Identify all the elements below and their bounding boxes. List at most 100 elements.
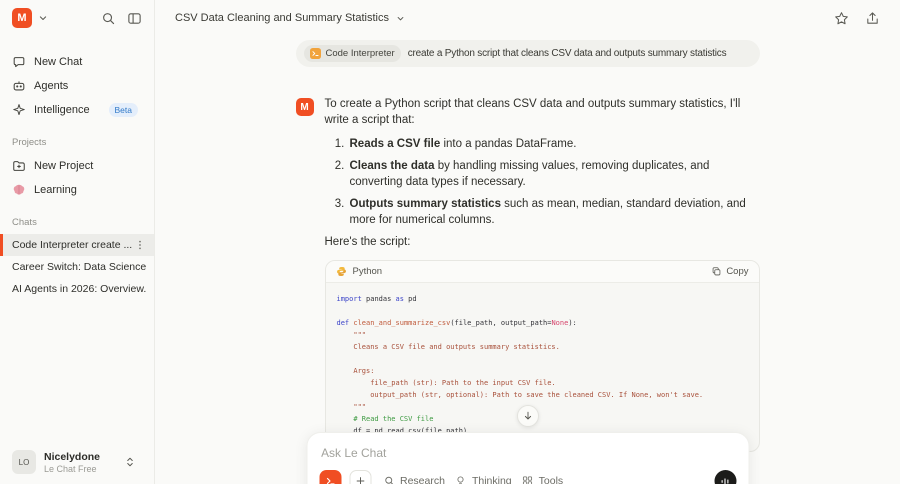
chat-list-item-code-interpreter-create[interactable]: Code Interpreter create ...: [0, 234, 154, 256]
sidebar-item-agents[interactable]: Agents: [0, 74, 154, 98]
main-header: CSV Data Cleaning and Summary Statistics: [155, 0, 900, 36]
bulb-icon: [455, 475, 467, 484]
assistant-list-item-bold: Reads a CSV file: [349, 138, 441, 150]
voice-button[interactable]: [714, 470, 736, 484]
search-icon[interactable]: [101, 11, 116, 26]
agent-button[interactable]: [319, 470, 341, 484]
code-line: # Read the CSV file: [336, 415, 434, 423]
scroll-to-bottom-button[interactable]: [516, 405, 539, 427]
chat-item-menu-icon[interactable]: [134, 239, 146, 251]
code-language: Python: [336, 264, 383, 280]
mistral-logo: M: [12, 8, 32, 28]
chat-input[interactable]: [321, 446, 734, 460]
header-actions: [834, 11, 880, 26]
favorite-star-icon[interactable]: [834, 11, 849, 26]
code-line: file_path (str): Path to the input CSV f…: [336, 379, 556, 387]
code-line: """: [336, 331, 367, 339]
plus-icon: [354, 475, 366, 484]
assistant-outro: Here's the script:: [324, 236, 411, 248]
agent-terminal-icon: [324, 475, 336, 484]
assistant-list-item: Outputs summary statistics such as mean,…: [348, 196, 760, 228]
workspace-chevron-down-icon[interactable]: [37, 12, 49, 24]
robot-icon: [12, 79, 26, 93]
waveform-icon: [720, 476, 731, 484]
code-content[interactable]: import pandas as pd def clean_and_summar…: [326, 283, 759, 451]
code-line: def clean_and_summarize_csv(file_path, o…: [336, 319, 577, 327]
composer-tool-thinking[interactable]: Thinking: [455, 475, 512, 484]
user-plan: Le Chat Free: [44, 463, 97, 474]
assistant-list-item-bold: Cleans the data: [349, 160, 435, 172]
chat-list-item-ai-agents-in-2026-overview[interactable]: AI Agents in 2026: Overview...: [0, 278, 154, 300]
code-line: """: [336, 403, 367, 411]
user-name: Nicelydone: [44, 450, 101, 463]
user-message-text: create a Python script that cleans CSV d…: [407, 48, 727, 59]
code-language-label: Python: [352, 265, 383, 277]
sidebar-item-learning[interactable]: Learning: [0, 178, 154, 202]
folder-plus-icon: [12, 159, 26, 173]
sidebar-item-intelligence[interactable]: Intelligence Beta: [0, 98, 154, 122]
composer-toolbar: Research Thinking Tools: [307, 460, 748, 484]
sidebar-item-label: Agents: [34, 80, 69, 92]
sidebar-item-new-chat[interactable]: New Chat: [0, 50, 154, 74]
chat-bubble-icon: [12, 55, 26, 69]
user-message: Code Interpreter create a Python script …: [295, 40, 760, 67]
brain-icon: [12, 183, 26, 197]
assistant-avatar: M: [295, 98, 314, 116]
projects-section: Projects New Project Learning: [0, 137, 154, 202]
chat-scroll-area[interactable]: Code Interpreter create a Python script …: [155, 36, 900, 484]
code-block-header: Python Copy: [325, 261, 759, 283]
conversation: Code Interpreter create a Python script …: [295, 40, 760, 452]
composer-tool-research[interactable]: Research: [383, 475, 445, 484]
main-area: CSV Data Cleaning and Summary Statistics…: [155, 0, 900, 484]
sidebar-item-label: Learning: [34, 184, 77, 196]
sidebar: M New Chat Agents Intelligence Beta Project…: [0, 0, 155, 484]
composer-tool-tools[interactable]: Tools: [522, 475, 563, 484]
chat-item-label: Career Switch: Data Science...: [12, 261, 146, 273]
code-line: output_path (str, optional): Path to sav…: [336, 391, 704, 399]
beta-badge: Beta: [108, 103, 138, 117]
page-title: CSV Data Cleaning and Summary Statistics: [175, 12, 389, 24]
assistant-list-item: Cleans the data by handling missing valu…: [348, 158, 760, 190]
projects-header: Projects: [12, 137, 47, 148]
composer-tools: Research Thinking Tools: [383, 475, 563, 484]
add-attachment-button[interactable]: [349, 470, 371, 484]
composer-tool-label: Research: [400, 475, 445, 484]
updown-chevron-icon: [124, 456, 136, 468]
python-icon: [336, 266, 347, 277]
copy-icon: [711, 266, 722, 277]
sidebar-item-label: New Chat: [34, 56, 83, 68]
composer: Research Thinking Tools: [306, 432, 749, 484]
sidebar-item-label: New Project: [34, 160, 94, 172]
chats-section: Chats Code Interpreter create ... Career …: [0, 217, 154, 300]
sparkle-icon: [12, 103, 26, 117]
assistant-list-item: Reads a CSV file into a pandas DataFrame…: [348, 136, 760, 152]
sidebar-top-bar: M: [0, 0, 154, 28]
copy-button-label: Copy: [726, 265, 749, 277]
conversation-title-menu[interactable]: CSV Data Cleaning and Summary Statistics: [175, 12, 406, 24]
sidebar-item-label: Intelligence: [34, 104, 90, 116]
chat-list-item-career-switch-data-science[interactable]: Career Switch: Data Science...: [0, 256, 154, 278]
arrow-down-icon: [522, 410, 534, 422]
share-icon[interactable]: [865, 11, 880, 26]
copy-button[interactable]: Copy: [711, 264, 749, 280]
code-line: Args:: [336, 367, 375, 375]
code-block: Python Copy import pandas as pd def clea…: [324, 260, 760, 452]
user-menu[interactable]: LO Nicelydone Le Chat Free: [0, 440, 154, 484]
sidebar-nav: New Chat Agents Intelligence Beta: [0, 50, 154, 122]
code-line: import pandas as pd: [336, 295, 417, 303]
sidebar-toggle-icon[interactable]: [127, 11, 142, 26]
chats-list: Code Interpreter create ... Career Switch…: [0, 234, 154, 300]
chat-item-label: AI Agents in 2026: Overview...: [12, 283, 146, 295]
grid-icon: [522, 475, 534, 484]
agent-badge[interactable]: Code Interpreter: [303, 45, 401, 62]
chats-header: Chats: [12, 217, 37, 228]
sidebar-item-new-project[interactable]: New Project: [0, 154, 154, 178]
assistant-list: Reads a CSV file into a pandas DataFrame…: [325, 136, 760, 228]
composer-tool-label: Thinking: [471, 475, 512, 484]
assistant-message: M To create a Python script that cleans …: [295, 96, 760, 452]
chat-item-label: Code Interpreter create ...: [12, 239, 133, 251]
magnifier-icon: [383, 475, 395, 484]
title-chevron-down-icon: [395, 13, 406, 24]
